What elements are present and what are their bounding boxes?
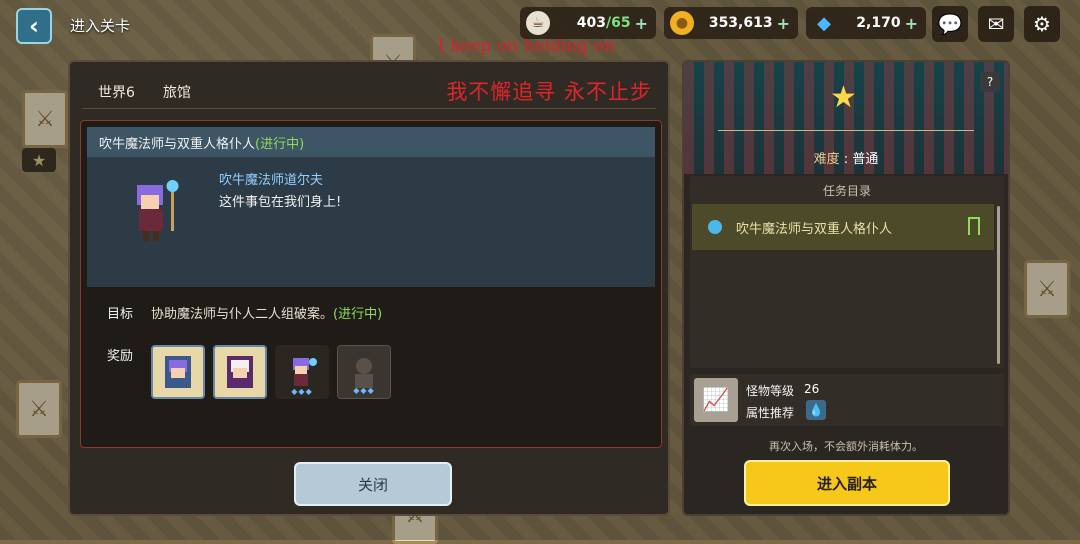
list-item-label: 吹牛魔法师与双重人格仆人	[736, 221, 893, 237]
coffee-cup-icon: ☕	[526, 11, 550, 35]
quest-title: 吹牛魔法师与双重人格仆人	[99, 136, 256, 152]
location-tabs: 世界6 旅馆	[98, 82, 191, 102]
stage-banner: ? ★ 难度 : 普通	[684, 62, 1008, 174]
divider	[718, 130, 974, 131]
gold-counter[interactable]: ● 353,613 +	[664, 7, 798, 39]
gem-counter[interactable]: ◆ 2,170 +	[806, 7, 926, 39]
monster-level-label: 怪物等级	[746, 384, 795, 398]
goal-label: 目标	[107, 307, 134, 322]
wizard-portrait-icon	[165, 356, 191, 388]
npc-dialog: 吹牛魔法师道尔夫 这件事包在我们身上!	[87, 157, 655, 287]
reward-label: 奖励	[107, 349, 134, 364]
page-title: 进入关卡	[70, 17, 131, 35]
diamond-icon: ◆	[817, 12, 831, 34]
water-drop-icon[interactable]: 💧	[806, 400, 826, 420]
stamina-current: 403	[576, 15, 606, 31]
mail-button[interactable]: ✉	[978, 6, 1014, 42]
quest-list-title: 任务目录	[822, 184, 871, 198]
envelope-icon: ✉	[987, 12, 1005, 36]
rarity-diamonds-icon: ◆◆◆	[291, 387, 313, 396]
tab-inn[interactable]: 旅馆	[163, 82, 191, 102]
difficulty-value: 普通	[852, 152, 879, 167]
attribute-label: 属性推荐	[746, 406, 795, 420]
chat-bubble-icon: 💬	[937, 12, 963, 36]
close-button[interactable]: 关闭	[294, 462, 452, 506]
gear-icon: ⚙	[1033, 12, 1051, 36]
goal-description: 协助魔法师与仆人二人组破案。	[151, 307, 334, 322]
goal-status: (进行中)	[333, 307, 383, 322]
quest-detail-panel: 世界6 旅馆 我不懈追寻 永不止步 吹牛魔法师与双重人格仆人 (进行中) 吹牛魔法…	[68, 60, 670, 516]
monster-info: 📈 怪物等级 26 属性推荐 💧	[690, 374, 1004, 426]
reenter-note: 再次入场，不会额外消耗体力。	[769, 440, 923, 453]
difficulty: 难度 : 普通	[684, 148, 1008, 167]
help-button[interactable]: ?	[980, 72, 1000, 92]
overlay-caption-en: I keep on holding on	[438, 36, 615, 56]
overlay-caption-cn: 我不懈追寻 永不止步	[446, 80, 652, 104]
goal-text: 协助魔法师与仆人二人组破案。(进行中)	[151, 303, 382, 322]
monster-level-value: 26	[804, 382, 820, 396]
rarity-diamonds-icon: ◆◆◆	[353, 386, 375, 395]
npc-wizard-sprite	[137, 180, 179, 241]
difficulty-separator: :	[843, 152, 849, 167]
list-item[interactable]: 吹牛魔法师与双重人格仆人	[692, 204, 994, 250]
quest-list: 任务目录 吹牛魔法师与双重人格仆人	[690, 176, 1004, 368]
reward-card-servant[interactable]	[213, 345, 267, 399]
bookmark-icon[interactable]	[968, 217, 980, 235]
silhouette-icon	[355, 358, 373, 388]
servant-portrait-icon	[227, 356, 253, 388]
npc-name: 吹牛魔法师道尔夫	[219, 173, 324, 188]
trend-chart-icon: 📈	[694, 378, 738, 422]
status-dot-icon	[708, 220, 722, 234]
stamina-counter[interactable]: ☕ 403/65 +	[520, 7, 656, 39]
quest-card: 吹牛魔法师与双重人格仆人 (进行中) 吹牛魔法师道尔夫 这件事包在我们身上! 目标…	[80, 120, 662, 448]
star-icon: ★	[830, 80, 857, 115]
plus-icon[interactable]: +	[635, 14, 648, 33]
plus-icon[interactable]: +	[905, 14, 918, 33]
reward-card-wizard[interactable]	[151, 345, 205, 399]
enter-dungeon-button[interactable]: 进入副本	[744, 460, 950, 506]
gold-coin-icon: ●	[670, 11, 694, 35]
difficulty-label: 难度	[813, 152, 840, 167]
quest-header: 吹牛魔法师与双重人格仆人 (进行中)	[87, 127, 655, 157]
stamina-max: 65	[611, 15, 631, 31]
dungeon-panel: ? ★ 难度 : 普通 任务目录 吹牛魔法师与双重人格仆人 📈 怪物等级 26 …	[682, 60, 1010, 516]
reward-character-locked[interactable]: ◆◆◆	[337, 345, 391, 399]
plus-icon[interactable]: +	[777, 14, 790, 33]
reward-character-wizard[interactable]: ◆◆◆	[275, 345, 329, 399]
tab-world[interactable]: 世界6	[98, 82, 135, 102]
quest-status: (进行中)	[255, 136, 305, 152]
chat-button[interactable]: 💬	[932, 6, 968, 42]
gold-value: 353,613	[708, 15, 773, 31]
settings-button[interactable]: ⚙	[1024, 6, 1060, 42]
gem-value: 2,170	[856, 15, 901, 31]
chevron-left-icon: ‹	[29, 12, 39, 40]
npc-dialog-line: 这件事包在我们身上!	[219, 195, 342, 210]
back-button[interactable]: ‹	[16, 8, 52, 44]
reward-list: ◆◆◆ ◆◆◆	[151, 345, 391, 399]
scrollbar[interactable]	[997, 206, 1000, 364]
wizard-sprite-icon	[293, 358, 317, 386]
divider	[82, 108, 656, 109]
